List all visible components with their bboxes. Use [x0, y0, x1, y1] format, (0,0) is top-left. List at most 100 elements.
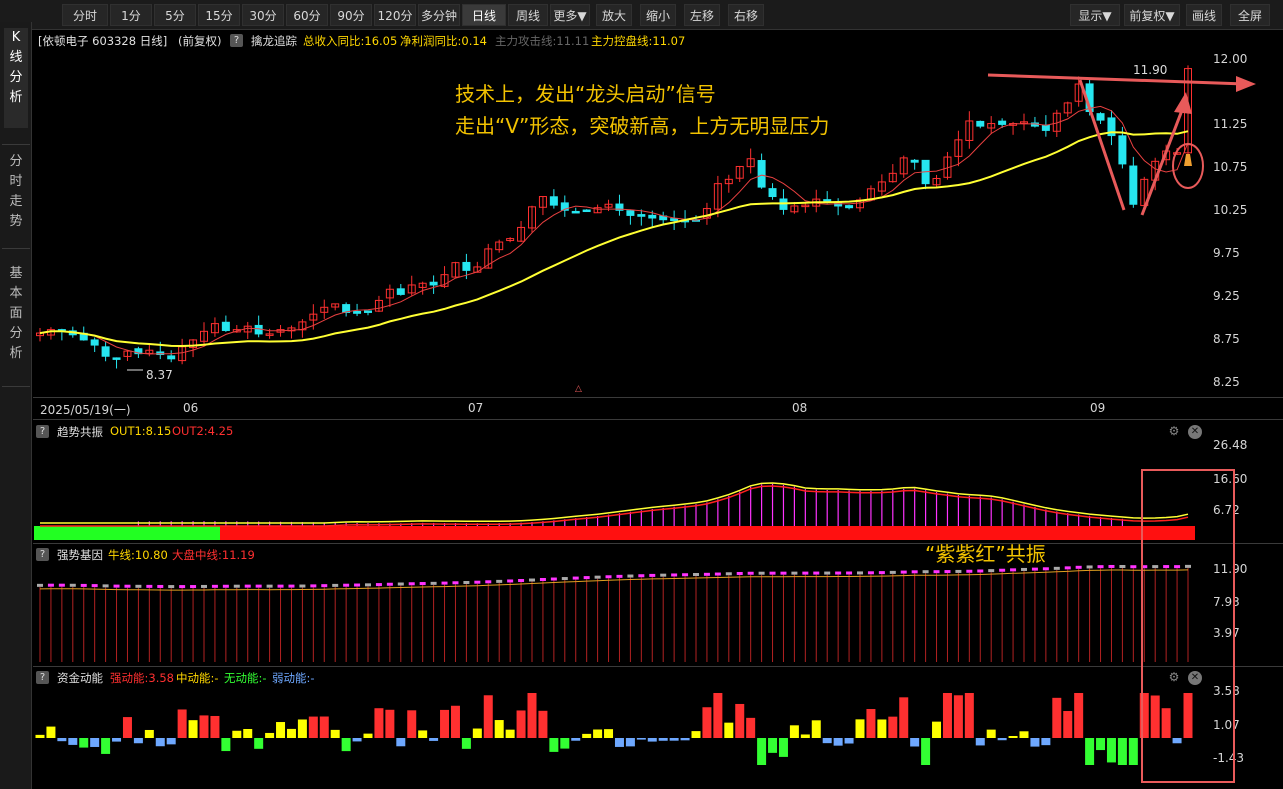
momentum-bar [560, 738, 570, 749]
gene-mark [343, 583, 350, 587]
gene-mark [1086, 565, 1093, 569]
momentum-bar [527, 693, 537, 738]
gene-mark [201, 584, 207, 588]
momentum-bar [713, 693, 723, 738]
gene-mark [430, 581, 437, 585]
gene-mark [91, 584, 98, 588]
gene-mark [419, 582, 426, 586]
gene-mark [266, 584, 273, 588]
gene-mark [463, 581, 470, 585]
gene-mark [496, 579, 503, 583]
gene-mark [714, 572, 721, 576]
momentum-bar [79, 738, 89, 748]
candle-body [101, 346, 110, 357]
momentum-bar [833, 738, 843, 746]
candle-body [571, 210, 580, 214]
gene-mark [244, 584, 251, 588]
momentum-bar [494, 720, 504, 738]
gene-mark [1097, 565, 1104, 569]
gene-mark [233, 584, 240, 588]
gene-mark [1163, 565, 1170, 569]
momentum-bar [986, 729, 996, 738]
gene-mark [1053, 566, 1060, 570]
momentum-bar [593, 729, 603, 738]
gene-mark [572, 576, 579, 580]
gene-mark [550, 577, 557, 581]
gene-mark [1130, 565, 1137, 569]
momentum-bar [735, 703, 745, 738]
candle-body [90, 339, 99, 346]
gene-mark [977, 569, 984, 573]
chart-canvas [34, 65, 1256, 783]
gene-mark [310, 584, 317, 588]
candle-body [626, 210, 635, 216]
momentum-bar [855, 719, 865, 738]
momentum-bar [1128, 738, 1138, 765]
momentum-bar [997, 738, 1007, 741]
v-arrow-up [1140, 104, 1186, 216]
momentum-bar [1041, 738, 1051, 746]
momentum-bar [1183, 693, 1193, 738]
gene-mark [1075, 565, 1082, 569]
momentum-bar [975, 738, 985, 746]
momentum-bar [265, 732, 275, 738]
gene-mark [168, 585, 175, 589]
momentum-bar [778, 738, 788, 757]
v-arrow-down [1078, 79, 1126, 211]
momentum-bar [1150, 695, 1160, 738]
momentum-bar [768, 738, 778, 753]
gene-mark [332, 583, 339, 587]
momentum-bar [483, 695, 493, 738]
momentum-bar [866, 709, 876, 738]
gene-mark [802, 571, 809, 575]
gene-mark [594, 575, 601, 579]
momentum-bar [232, 730, 242, 738]
gene-mark [693, 573, 699, 577]
gene-mark [616, 574, 623, 578]
gene-mark [758, 571, 765, 575]
gene-mark [255, 584, 262, 588]
gene-mark [321, 584, 328, 588]
candle-body [976, 120, 985, 127]
arrow-breakout [987, 73, 1246, 86]
gene-mark [190, 585, 197, 589]
momentum-bar [1106, 738, 1116, 763]
gene-mark [791, 571, 798, 575]
gene-mark [867, 571, 874, 575]
gene-mark [966, 569, 973, 573]
momentum-bar [374, 708, 384, 738]
candle-body [549, 196, 558, 206]
gene-mark [1042, 567, 1049, 571]
candle-body [910, 159, 919, 163]
momentum-bar [680, 738, 690, 741]
gene-mark [1185, 564, 1191, 568]
gene-mark [638, 574, 645, 578]
momentum-bar [899, 697, 909, 738]
momentum-bar [964, 693, 974, 738]
rocket-icon [1184, 154, 1192, 166]
gene-mark [124, 584, 131, 588]
gene-mark [955, 569, 962, 573]
gene-mark [354, 583, 361, 587]
momentum-bar [669, 738, 679, 741]
momentum-bar [636, 738, 646, 740]
momentum-bar [133, 738, 143, 744]
momentum-bar [461, 738, 471, 749]
candle-body [845, 205, 854, 209]
momentum-bar [942, 693, 952, 738]
momentum-bar [46, 726, 56, 738]
gene-mark [889, 570, 896, 574]
arrow-head [1236, 76, 1256, 92]
momentum-bar [505, 729, 515, 738]
gene-mark [878, 571, 885, 575]
momentum-bar [1074, 693, 1084, 738]
gene-mark [211, 584, 218, 588]
gene-mark [725, 572, 732, 576]
momentum-bar [647, 738, 657, 742]
momentum-bar [1172, 738, 1182, 744]
momentum-bar [341, 738, 351, 752]
momentum-bar [319, 716, 329, 738]
momentum-bar [101, 738, 111, 754]
gene-mark [813, 571, 820, 575]
momentum-bar [549, 738, 559, 752]
